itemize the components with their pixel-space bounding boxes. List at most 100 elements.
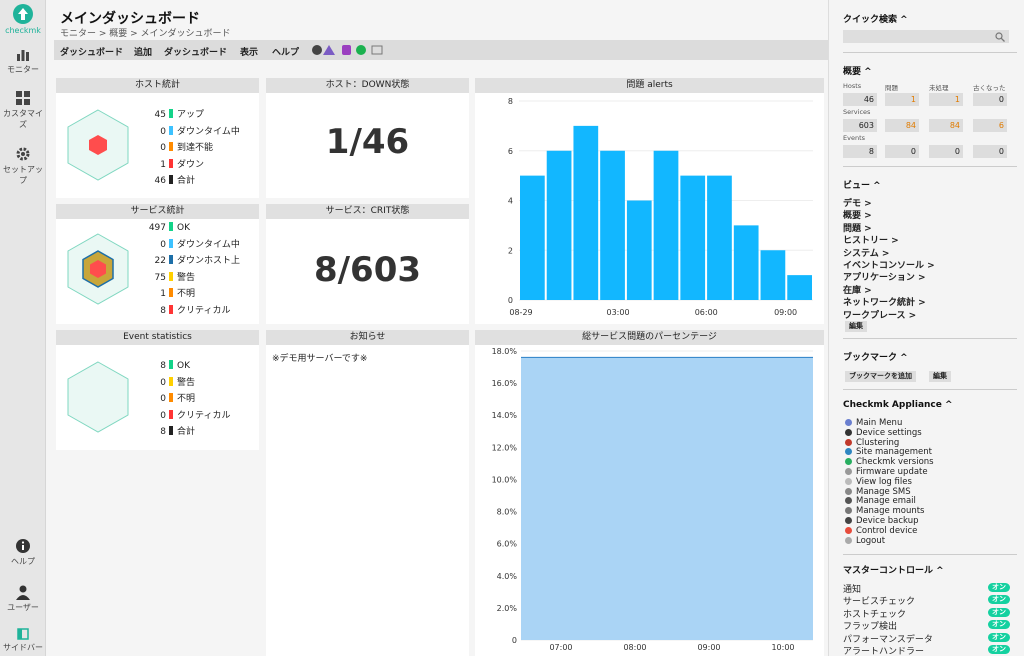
view-item[interactable]: イベントコンソール > xyxy=(843,258,935,271)
menu-help[interactable]: ヘルプ xyxy=(272,45,299,58)
percent-area-chart[interactable]: 0 2.0% 4.0% 6.0% 8.0% 10.0% 12.0% 14.0% 16.0% 18.… xyxy=(475,345,824,656)
overview-title[interactable]: 概要 ^ xyxy=(843,64,872,77)
host-hexagon-icon[interactable] xyxy=(66,108,130,182)
legend-row[interactable]: 8 OK xyxy=(140,360,190,372)
nav-monitor[interactable]: モニター xyxy=(0,46,46,75)
overview-cell-stale[interactable]: 0 xyxy=(973,93,1007,106)
legend-row[interactable]: 0 警告 xyxy=(140,376,195,389)
bar-mark[interactable] xyxy=(626,200,652,301)
menu-display[interactable]: 表示 xyxy=(240,45,258,58)
views-edit-button[interactable]: 編集 xyxy=(845,321,867,332)
appliance-item[interactable]: Logout xyxy=(845,536,885,546)
overview-cell-problems[interactable]: 1 xyxy=(885,93,919,106)
overview-cell-stale[interactable]: 6 xyxy=(973,119,1007,132)
views-title[interactable]: ビュー ^ xyxy=(843,178,881,191)
toolbar-shortcut-icons[interactable] xyxy=(311,44,391,56)
legend-row[interactable]: 497 OK xyxy=(140,222,190,234)
master-control-toggle[interactable]: オン xyxy=(988,645,1010,654)
overview-cell-total[interactable]: 8 xyxy=(843,145,877,158)
view-item[interactable]: ネットワーク統計 > xyxy=(843,295,926,308)
menu-add[interactable]: 追加 xyxy=(134,45,152,58)
nav-sidebar[interactable]: サイドバー xyxy=(0,628,46,653)
overview-cell-stale[interactable]: 0 xyxy=(973,145,1007,158)
legend-row[interactable]: 0 クリティカル xyxy=(140,409,230,422)
legend-row[interactable]: 1 ダウン xyxy=(140,158,204,171)
bar-mark[interactable] xyxy=(520,175,545,300)
legend-row[interactable]: 22 ダウンホスト上 xyxy=(140,255,240,267)
legend-row[interactable]: 0 ダウンタイム中 xyxy=(140,125,240,138)
breadcrumb[interactable]: モニター > 概要 > メインダッシュボード xyxy=(60,26,231,39)
legend-row[interactable]: 45 アップ xyxy=(140,109,204,121)
appliance-item[interactable]: Site management xyxy=(845,447,932,457)
appliance-item[interactable]: Firmware update xyxy=(845,467,928,477)
bar-mark[interactable] xyxy=(707,175,732,300)
overview-cell-problems[interactable]: 84 xyxy=(885,119,919,132)
master-control-toggle[interactable]: オン xyxy=(988,583,1010,592)
bar-mark[interactable] xyxy=(653,150,679,300)
overview-cell-unhandled[interactable]: 1 xyxy=(929,93,963,106)
master-control-toggle[interactable]: オン xyxy=(988,595,1010,605)
overview-cell-unhandled[interactable]: 84 xyxy=(929,119,963,132)
legend-row[interactable]: 8 合計 xyxy=(140,426,195,438)
bar-mark[interactable] xyxy=(760,250,786,300)
service-hexagon-icon[interactable] xyxy=(66,232,130,306)
legend-row[interactable]: 0 到達不能 xyxy=(140,142,213,154)
master-control-title[interactable]: マスターコントロール ^ xyxy=(843,563,944,576)
bookmarks-title[interactable]: ブックマーク ^ xyxy=(843,350,908,363)
alerts-bar-chart[interactable]: 0 2 4 6 8 08-29 03:00 06:00 09:00 xyxy=(475,93,824,324)
view-item[interactable]: 問題 > xyxy=(843,221,872,234)
nav-user[interactable]: ユーザー xyxy=(0,584,46,613)
overview-cell-unhandled[interactable]: 0 xyxy=(929,145,963,158)
service-crit-value[interactable]: 8/603 xyxy=(266,250,469,290)
overview-cell-total[interactable]: 46 xyxy=(843,93,877,106)
nav-help[interactable]: ヘルプ xyxy=(0,538,46,567)
legend-row[interactable]: 0 ダウンタイム中 xyxy=(140,238,240,251)
bar-mark[interactable] xyxy=(600,150,625,300)
overview-cell-total[interactable]: 603 xyxy=(843,119,877,132)
appliance-item[interactable]: Checkmk versions xyxy=(845,457,934,467)
menu-dashboard[interactable]: ダッシュボード xyxy=(60,45,123,58)
bar-mark[interactable] xyxy=(680,175,706,300)
event-hexagon-icon[interactable] xyxy=(66,360,130,434)
view-item[interactable]: 概要 > xyxy=(843,208,872,221)
bar-mark[interactable] xyxy=(787,275,812,300)
appliance-item[interactable]: Control device xyxy=(845,526,917,536)
legend-row[interactable]: 75 警告 xyxy=(140,271,195,284)
appliance-item[interactable]: View log files xyxy=(845,477,912,487)
legend-row[interactable]: 8 クリティカル xyxy=(140,304,230,317)
view-item[interactable]: ヒストリー > xyxy=(843,233,899,246)
bar-mark[interactable] xyxy=(733,225,759,300)
appliance-item[interactable]: Device backup xyxy=(845,516,919,526)
legend-row[interactable]: 1 不明 xyxy=(140,288,195,300)
overview-cell-problems[interactable]: 0 xyxy=(885,145,919,158)
appliance-title[interactable]: Checkmk Appliance ^ xyxy=(843,400,953,410)
legend-row[interactable]: 46 合計 xyxy=(140,175,195,187)
area-mark[interactable] xyxy=(521,357,813,640)
bar-mark[interactable] xyxy=(546,150,572,300)
host-down-value[interactable]: 1/46 xyxy=(266,122,469,162)
checkmk-logo[interactable]: checkmk xyxy=(0,4,46,35)
menu-dashboard-2[interactable]: ダッシュボード xyxy=(164,45,227,58)
appliance-item[interactable]: Clustering xyxy=(845,438,899,448)
quick-search-input[interactable] xyxy=(843,30,1009,43)
appliance-item[interactable]: Device settings xyxy=(845,428,922,438)
view-item[interactable]: 在庫 > xyxy=(843,283,872,296)
nav-customize[interactable]: カスタマイズ xyxy=(0,90,46,130)
master-control-toggle[interactable]: オン xyxy=(988,620,1010,630)
bar-mark[interactable] xyxy=(573,125,599,300)
view-item[interactable]: システム > xyxy=(843,246,889,259)
bookmark-edit-button[interactable]: 編集 xyxy=(929,371,951,382)
master-control-toggle[interactable]: オン xyxy=(988,607,1010,617)
nav-setup[interactable]: セットアップ xyxy=(0,146,46,186)
add-bookmark-button[interactable]: ブックマークを追加 xyxy=(845,371,916,382)
appliance-item[interactable]: Manage SMS xyxy=(845,487,911,497)
master-control-toggle[interactable]: オン xyxy=(988,632,1010,642)
appliance-item[interactable]: Manage mounts xyxy=(845,506,924,516)
appliance-item[interactable]: Main Menu xyxy=(845,418,902,428)
view-item[interactable]: デモ > xyxy=(843,196,872,209)
legend-row[interactable]: 0 不明 xyxy=(140,393,195,405)
appliance-item[interactable]: Manage email xyxy=(845,496,916,506)
quick-search-title[interactable]: クイック検索 ^ xyxy=(843,12,908,25)
view-item[interactable]: ワークプレース > xyxy=(843,308,916,321)
view-item[interactable]: アプリケーション > xyxy=(843,270,926,283)
